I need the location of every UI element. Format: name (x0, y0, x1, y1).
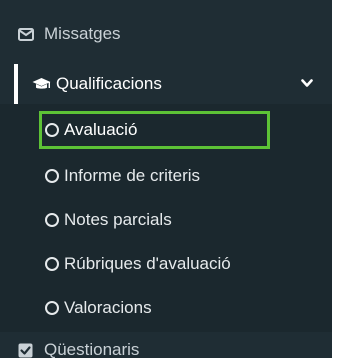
submenu-item-avaluacio[interactable]: Avaluació (0, 112, 332, 148)
submenu-item-rubriques-davaluacio[interactable]: Rúbriques d'avaluació (0, 246, 332, 282)
sidebar-item-missatges[interactable]: Missatges (0, 14, 332, 54)
sidebar-group-label: Qualificacions (56, 74, 162, 93)
sidebar-item-label: Qüestionaris (44, 340, 140, 358)
circle-icon (45, 213, 59, 227)
envelope-icon (18, 27, 44, 41)
circle-icon (45, 301, 59, 315)
submenu-item-valoracions[interactable]: Valoracions (0, 290, 332, 326)
sidebar-nav: Missatges Qualificacions Avaluació Infor… (0, 0, 332, 358)
submenu-item-label: Avaluació (64, 120, 138, 139)
chevron-down-icon[interactable] (300, 76, 314, 90)
submenu-item-notes-parcials[interactable]: Notes parcials (0, 202, 332, 238)
submenu-item-label: Informe de criteris (64, 166, 201, 185)
circle-icon (45, 257, 59, 271)
checkbox-icon (18, 343, 44, 358)
submenu-item-label: Notes parcials (64, 210, 172, 229)
submenu-item-label: Rúbriques d'avaluació (64, 254, 231, 273)
circle-icon (45, 169, 59, 183)
circle-icon (45, 123, 59, 137)
submenu-item-informe-de-criteris[interactable]: Informe de criteris (0, 158, 332, 194)
graduation-cap-icon (32, 77, 56, 91)
sidebar-item-label: Missatges (44, 24, 121, 43)
sidebar-group-qualificacions[interactable]: Qualificacions (0, 64, 332, 104)
submenu-item-label: Valoracions (64, 298, 152, 317)
sidebar-item-questionaris[interactable]: Qüestionaris (0, 332, 332, 358)
